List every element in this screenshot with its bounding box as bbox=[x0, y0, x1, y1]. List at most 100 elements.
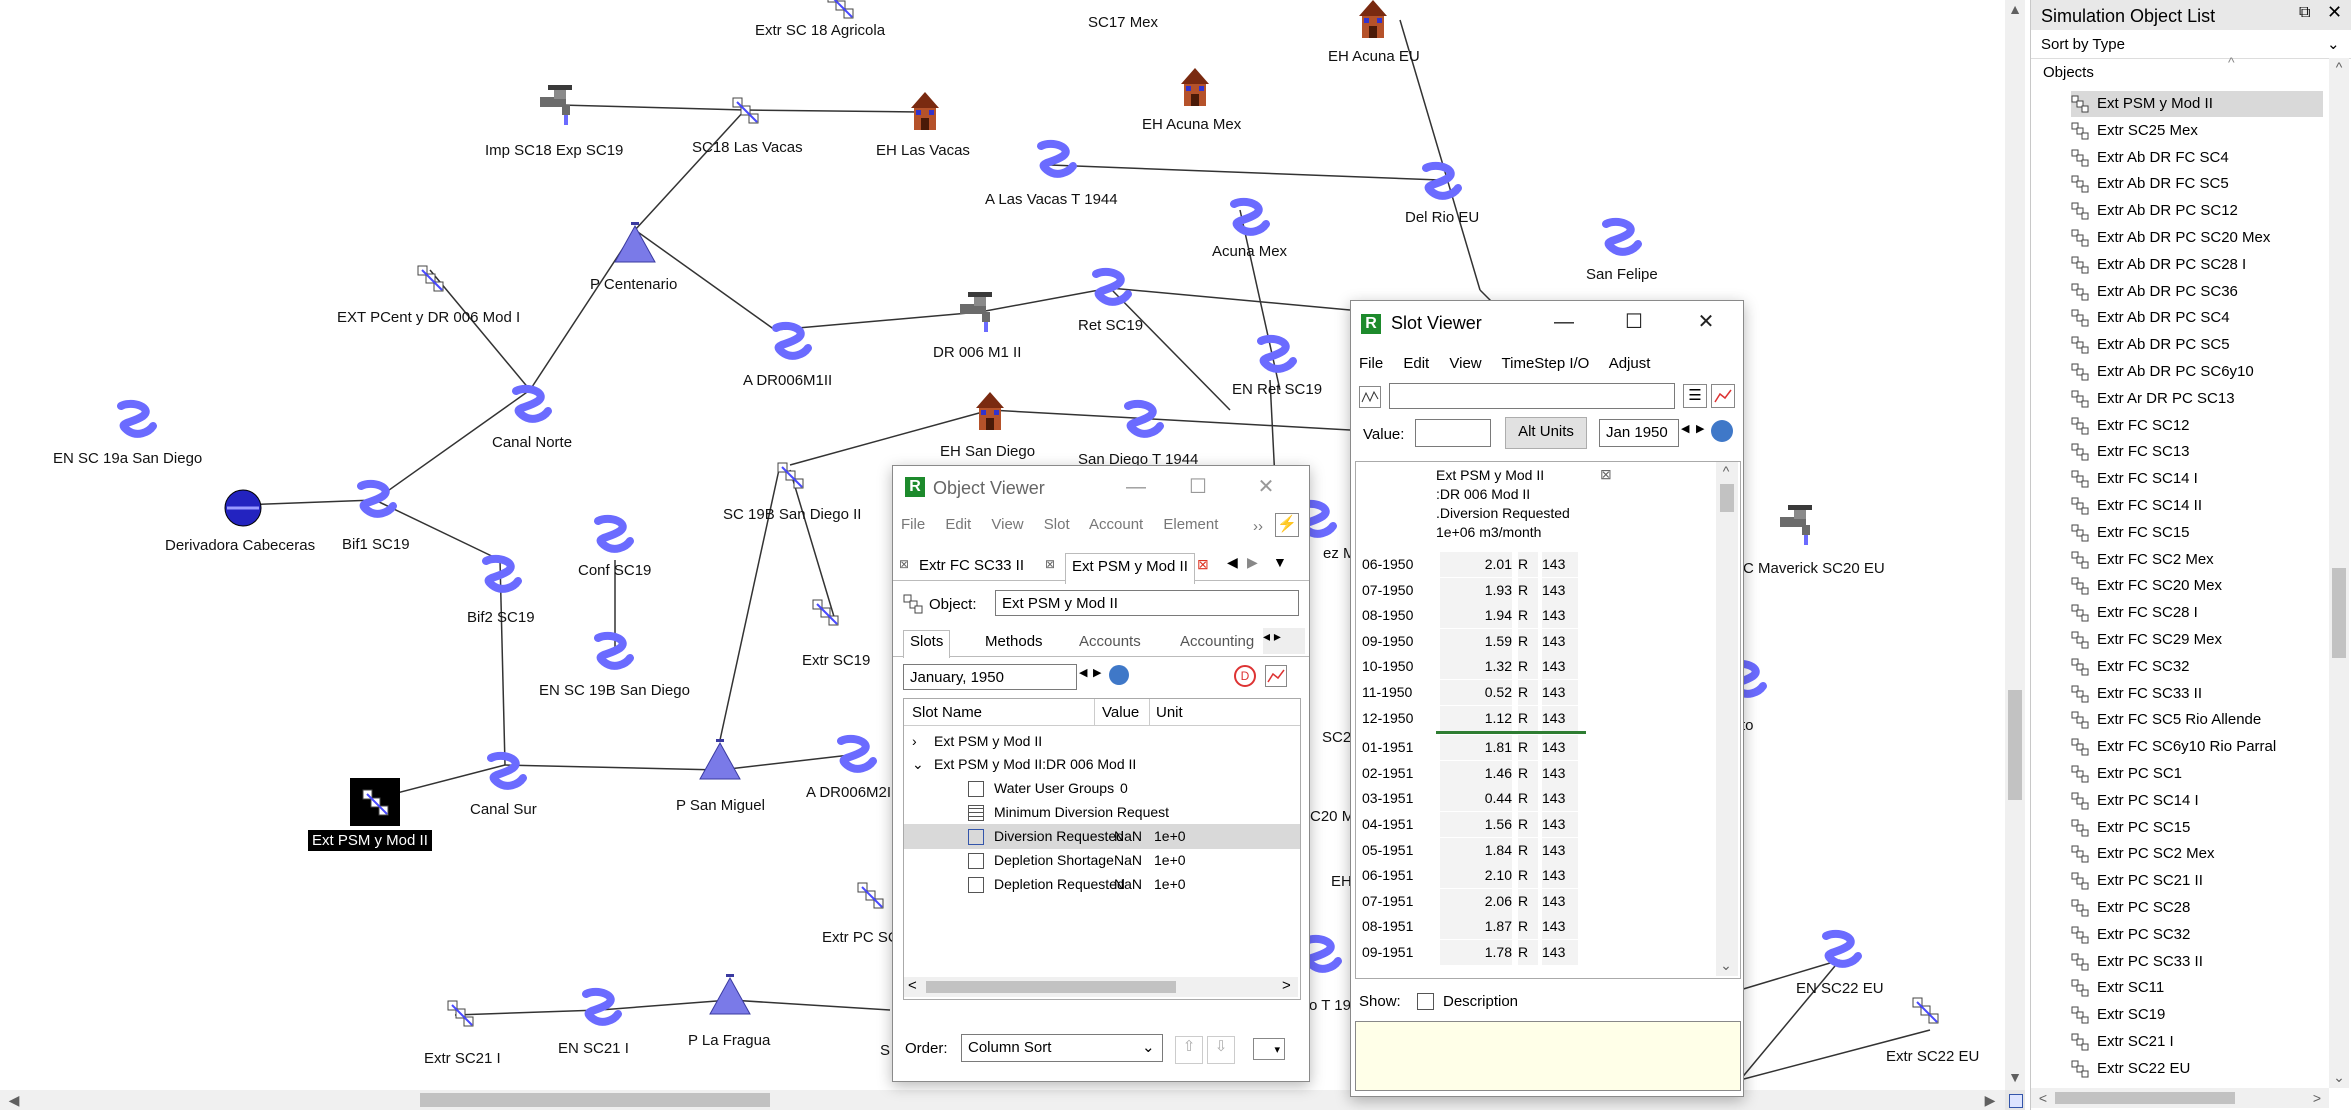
object-list-scroll-thumb[interactable] bbox=[2332, 568, 2346, 658]
scroll-up-icon[interactable]: ^ bbox=[2329, 58, 2349, 76]
node-label[interactable]: A DR006M2I bbox=[806, 784, 891, 801]
menu-lines-icon[interactable]: ☰ bbox=[1683, 384, 1707, 408]
float-icon[interactable]: ⧉ bbox=[2299, 4, 2310, 22]
lightning-icon[interactable]: ⚡ bbox=[1275, 513, 1299, 537]
scroll-left-icon[interactable]: < bbox=[2033, 1089, 2053, 1107]
node-label[interactable]: S bbox=[880, 1042, 890, 1059]
node-label-selected[interactable]: Ext PSM y Mod II bbox=[308, 830, 432, 851]
plot-icon[interactable] bbox=[1711, 384, 1735, 408]
tab-accounting[interactable]: Accounting bbox=[1180, 633, 1254, 650]
slot-data-row[interactable]: 04-1951 1.56 R 143 bbox=[1356, 812, 1716, 837]
menu-view[interactable]: View bbox=[1449, 355, 1481, 372]
minimize-icon[interactable]: — bbox=[1121, 474, 1151, 500]
object-list-item[interactable]: Extr PC SC28 bbox=[2071, 895, 2323, 921]
node-label[interactable]: EN Ret SC19 bbox=[1232, 381, 1322, 398]
tab-extr-fc-sc33[interactable]: Extr FC SC33 II bbox=[919, 557, 1024, 574]
scroll-down-icon[interactable]: ▼ bbox=[2005, 1068, 2025, 1086]
move-up-icon[interactable]: ⇧ bbox=[1175, 1036, 1203, 1064]
canvas-hscroll-thumb[interactable] bbox=[420, 1093, 770, 1107]
alt-units-button[interactable]: Alt Units bbox=[1505, 417, 1587, 449]
slot-viewer-titlebar[interactable]: R Slot Viewer — ☐ ✕ bbox=[1351, 301, 1743, 345]
slot-data-row[interactable]: 07-1950 1.93 R 143 bbox=[1356, 577, 1716, 603]
node-label[interactable]: Del Rio EU bbox=[1405, 209, 1479, 226]
node-label[interactable]: P San Miguel bbox=[676, 797, 765, 814]
slot-cell-value[interactable]: 1.56 bbox=[1440, 812, 1512, 837]
tabs-left-icon[interactable]: ◀ bbox=[1227, 554, 1238, 571]
tab-slots[interactable]: Slots bbox=[903, 630, 951, 658]
slot-data-row[interactable]: 05-1951 1.84 R 143 bbox=[1356, 837, 1716, 863]
scroll-left-icon[interactable]: ◀ bbox=[4, 1091, 24, 1109]
canvas-vscroll-thumb[interactable] bbox=[2008, 690, 2022, 800]
object-list-item[interactable]: Extr SC25 Mex bbox=[2071, 118, 2323, 144]
globe-icon[interactable] bbox=[1711, 420, 1733, 442]
object-list-item[interactable]: Extr SC22 EU bbox=[2071, 1056, 2323, 1081]
node-label[interactable]: DR 006 M1 II bbox=[933, 344, 1021, 361]
node-label[interactable]: Extr SC21 I bbox=[424, 1050, 501, 1067]
col-value[interactable]: Value bbox=[1102, 704, 1139, 721]
date-next-icon[interactable]: ▶ bbox=[1093, 666, 1101, 679]
expand-arrow-icon[interactable]: › bbox=[912, 729, 917, 754]
node-label[interactable]: Derivadora Cabeceras bbox=[165, 537, 315, 554]
node-label[interactable]: P Centenario bbox=[590, 276, 677, 293]
slot-data-row[interactable]: 02-1951 1.46 R 143 bbox=[1356, 760, 1716, 786]
menu-edit[interactable]: Edit bbox=[1403, 355, 1429, 372]
node-label[interactable]: EN SC 19B San Diego bbox=[539, 682, 690, 699]
date-prev-icon[interactable]: ◀ bbox=[1681, 422, 1689, 435]
menu-account[interactable]: Account bbox=[1089, 516, 1143, 533]
menu-slot[interactable]: Slot bbox=[1044, 516, 1070, 533]
node-label[interactable]: Extr SC 18 Agricola bbox=[755, 22, 885, 39]
slot-data-row[interactable]: 11-1950 0.52 R 143 bbox=[1356, 680, 1716, 705]
object-list-item[interactable]: Extr Ab DR PC SC36 bbox=[2071, 279, 2323, 305]
object-list-item[interactable]: Extr SC11 bbox=[2071, 975, 2323, 1001]
object-list-item[interactable]: Extr SC19 bbox=[2071, 1002, 2323, 1028]
node-label[interactable]: SC 19B San Diego II bbox=[723, 506, 861, 523]
scroll-right-icon[interactable]: ▶ bbox=[1980, 1091, 2000, 1109]
object-list-item[interactable]: Extr Ab DR PC SC6y10 bbox=[2071, 359, 2323, 385]
slot-table-scroll-thumb[interactable] bbox=[926, 981, 1176, 993]
close-icon[interactable]: ✕ bbox=[1251, 474, 1281, 500]
object-list-hscroll[interactable]: < > bbox=[2031, 1088, 2329, 1108]
object-list-scrollbar[interactable]: ^ ⌄ bbox=[2329, 58, 2349, 1088]
object-list-item[interactable]: Extr PC SC32 bbox=[2071, 922, 2323, 948]
slot-data-row[interactable]: 12-1950 1.12 R 143 bbox=[1356, 705, 1716, 731]
scroll-left-icon[interactable]: < bbox=[908, 977, 917, 994]
tab-close-active-icon[interactable]: ⊠ bbox=[1197, 556, 1209, 573]
column-menu-icon[interactable]: ▾ bbox=[1253, 1038, 1285, 1060]
node-label[interactable]: A Las Vacas T 1944 bbox=[985, 191, 1118, 208]
node-label[interactable]: Extr PC SC bbox=[822, 929, 899, 946]
slot-cell-value[interactable]: 1.87 bbox=[1440, 914, 1512, 940]
slot-cell-value[interactable]: 1.81 bbox=[1440, 735, 1512, 761]
slot-cell-value[interactable]: 1.84 bbox=[1440, 837, 1512, 863]
slot-cell-value[interactable]: 0.52 bbox=[1440, 680, 1512, 705]
sort-dropdown[interactable]: Sort by Type ⌄ bbox=[2031, 32, 2351, 59]
slot-cell-value[interactable]: 1.94 bbox=[1440, 603, 1512, 629]
date-field[interactable]: January, 1950 bbox=[903, 664, 1077, 690]
menu-adjust[interactable]: Adjust bbox=[1609, 355, 1651, 372]
slot-row[interactable]: › Ext PSM y Mod II bbox=[904, 729, 1300, 754]
slot-grid-scroll-thumb[interactable] bbox=[1720, 484, 1734, 512]
object-list-item[interactable]: Extr Ab DR PC SC5 bbox=[2071, 332, 2323, 358]
slot-row[interactable]: Minimum Diversion Request bbox=[904, 800, 1300, 825]
column-close-icon[interactable]: ⊠ bbox=[1600, 466, 1612, 483]
slot-cell-value[interactable]: 1.59 bbox=[1440, 628, 1512, 654]
date-next-icon[interactable]: ▶ bbox=[1696, 422, 1704, 435]
node-label[interactable]: EXT PCent y DR 006 Mod I bbox=[337, 309, 520, 326]
object-list-item[interactable]: Extr SC21 I bbox=[2071, 1029, 2323, 1055]
slot-date-field[interactable]: Jan 1950 bbox=[1599, 419, 1679, 447]
object-list-item[interactable]: Extr Ab DR PC SC28 I bbox=[2071, 252, 2323, 278]
menu-file[interactable]: File bbox=[1359, 355, 1383, 372]
node-label[interactable]: EH Acuna Mex bbox=[1142, 116, 1241, 133]
object-list-item[interactable]: Extr FC SC28 I bbox=[2071, 600, 2323, 626]
node-label[interactable]: EN SC22 EU bbox=[1796, 980, 1884, 997]
close-icon[interactable]: ✕ bbox=[1691, 309, 1721, 335]
slot-grid-scrollbar[interactable]: ^ ⌄ bbox=[1716, 462, 1738, 976]
scroll-right-icon[interactable]: > bbox=[1282, 977, 1291, 994]
menu-timestep-io[interactable]: TimeStep I/O bbox=[1502, 355, 1590, 372]
slot-cell-value[interactable]: 0.44 bbox=[1440, 786, 1512, 812]
object-name-field[interactable]: Ext PSM y Mod II bbox=[995, 590, 1299, 616]
tab-accounts[interactable]: Accounts bbox=[1079, 633, 1141, 650]
slot-data-row[interactable]: 10-1950 1.32 R 143 bbox=[1356, 654, 1716, 680]
debug-icon[interactable]: D bbox=[1234, 665, 1256, 687]
tab-methods[interactable]: Methods bbox=[985, 633, 1043, 650]
minimize-icon[interactable]: — bbox=[1549, 309, 1579, 335]
